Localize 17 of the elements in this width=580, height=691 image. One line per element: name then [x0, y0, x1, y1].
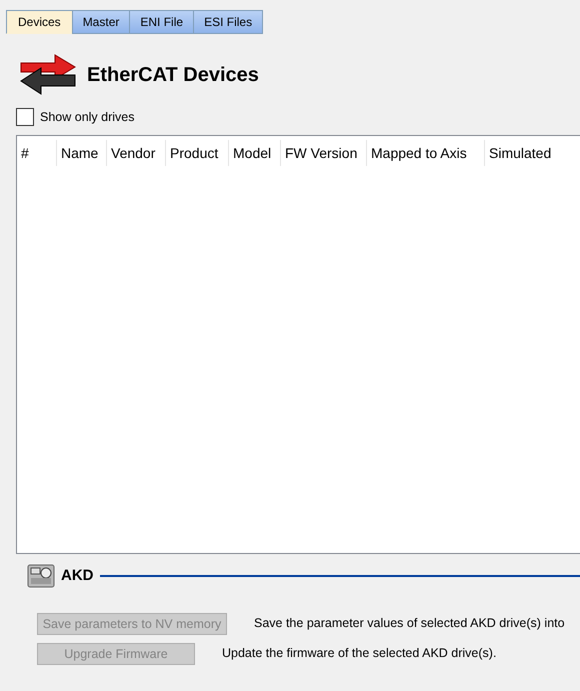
column-header[interactable]: FW Version [281, 140, 367, 166]
column-header[interactable]: Vendor [107, 140, 166, 166]
column-header[interactable]: Product [166, 140, 229, 166]
checkbox[interactable] [16, 108, 34, 126]
column-header[interactable]: Name [57, 140, 107, 166]
tab[interactable]: Master [72, 10, 130, 34]
tab[interactable]: ENI File [129, 10, 194, 34]
drive-icon [27, 562, 55, 589]
column-header[interactable]: # [17, 140, 57, 166]
section-title: AKD [61, 566, 94, 586]
checkbox-label: Show only drives [40, 109, 134, 126]
tab[interactable]: ESI Files [193, 10, 264, 34]
column-header[interactable]: Mapped to Axis [367, 140, 485, 166]
column-header[interactable]: Model [229, 140, 281, 166]
tab[interactable]: Devices [6, 10, 73, 34]
column-header[interactable]: Simulated [485, 140, 580, 166]
page-title: EtherCAT Devices [87, 63, 259, 87]
